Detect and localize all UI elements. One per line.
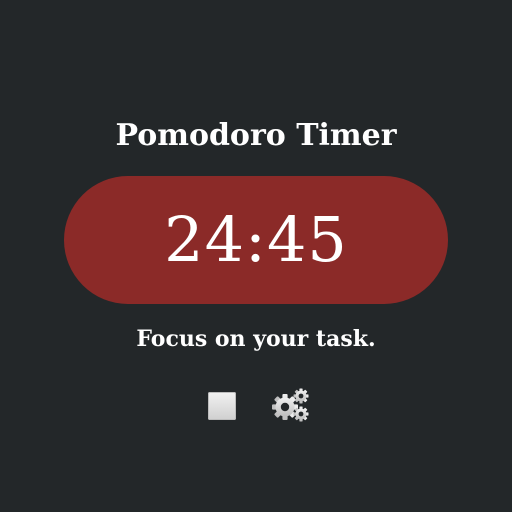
gears-icon (272, 388, 309, 422)
stop-button[interactable] (202, 386, 242, 426)
app-title: Pomodoro Timer (115, 118, 397, 153)
timer-controls (0, 386, 512, 426)
settings-button[interactable] (268, 386, 316, 426)
pomodoro-app: Pomodoro Timer 24:45 Focus on your task. (0, 0, 512, 512)
status-message: Focus on your task. (136, 326, 376, 352)
stop-square-icon (208, 392, 236, 420)
timer-countdown: 24:45 (164, 203, 348, 276)
timer-display-pill: 24:45 (64, 176, 448, 304)
